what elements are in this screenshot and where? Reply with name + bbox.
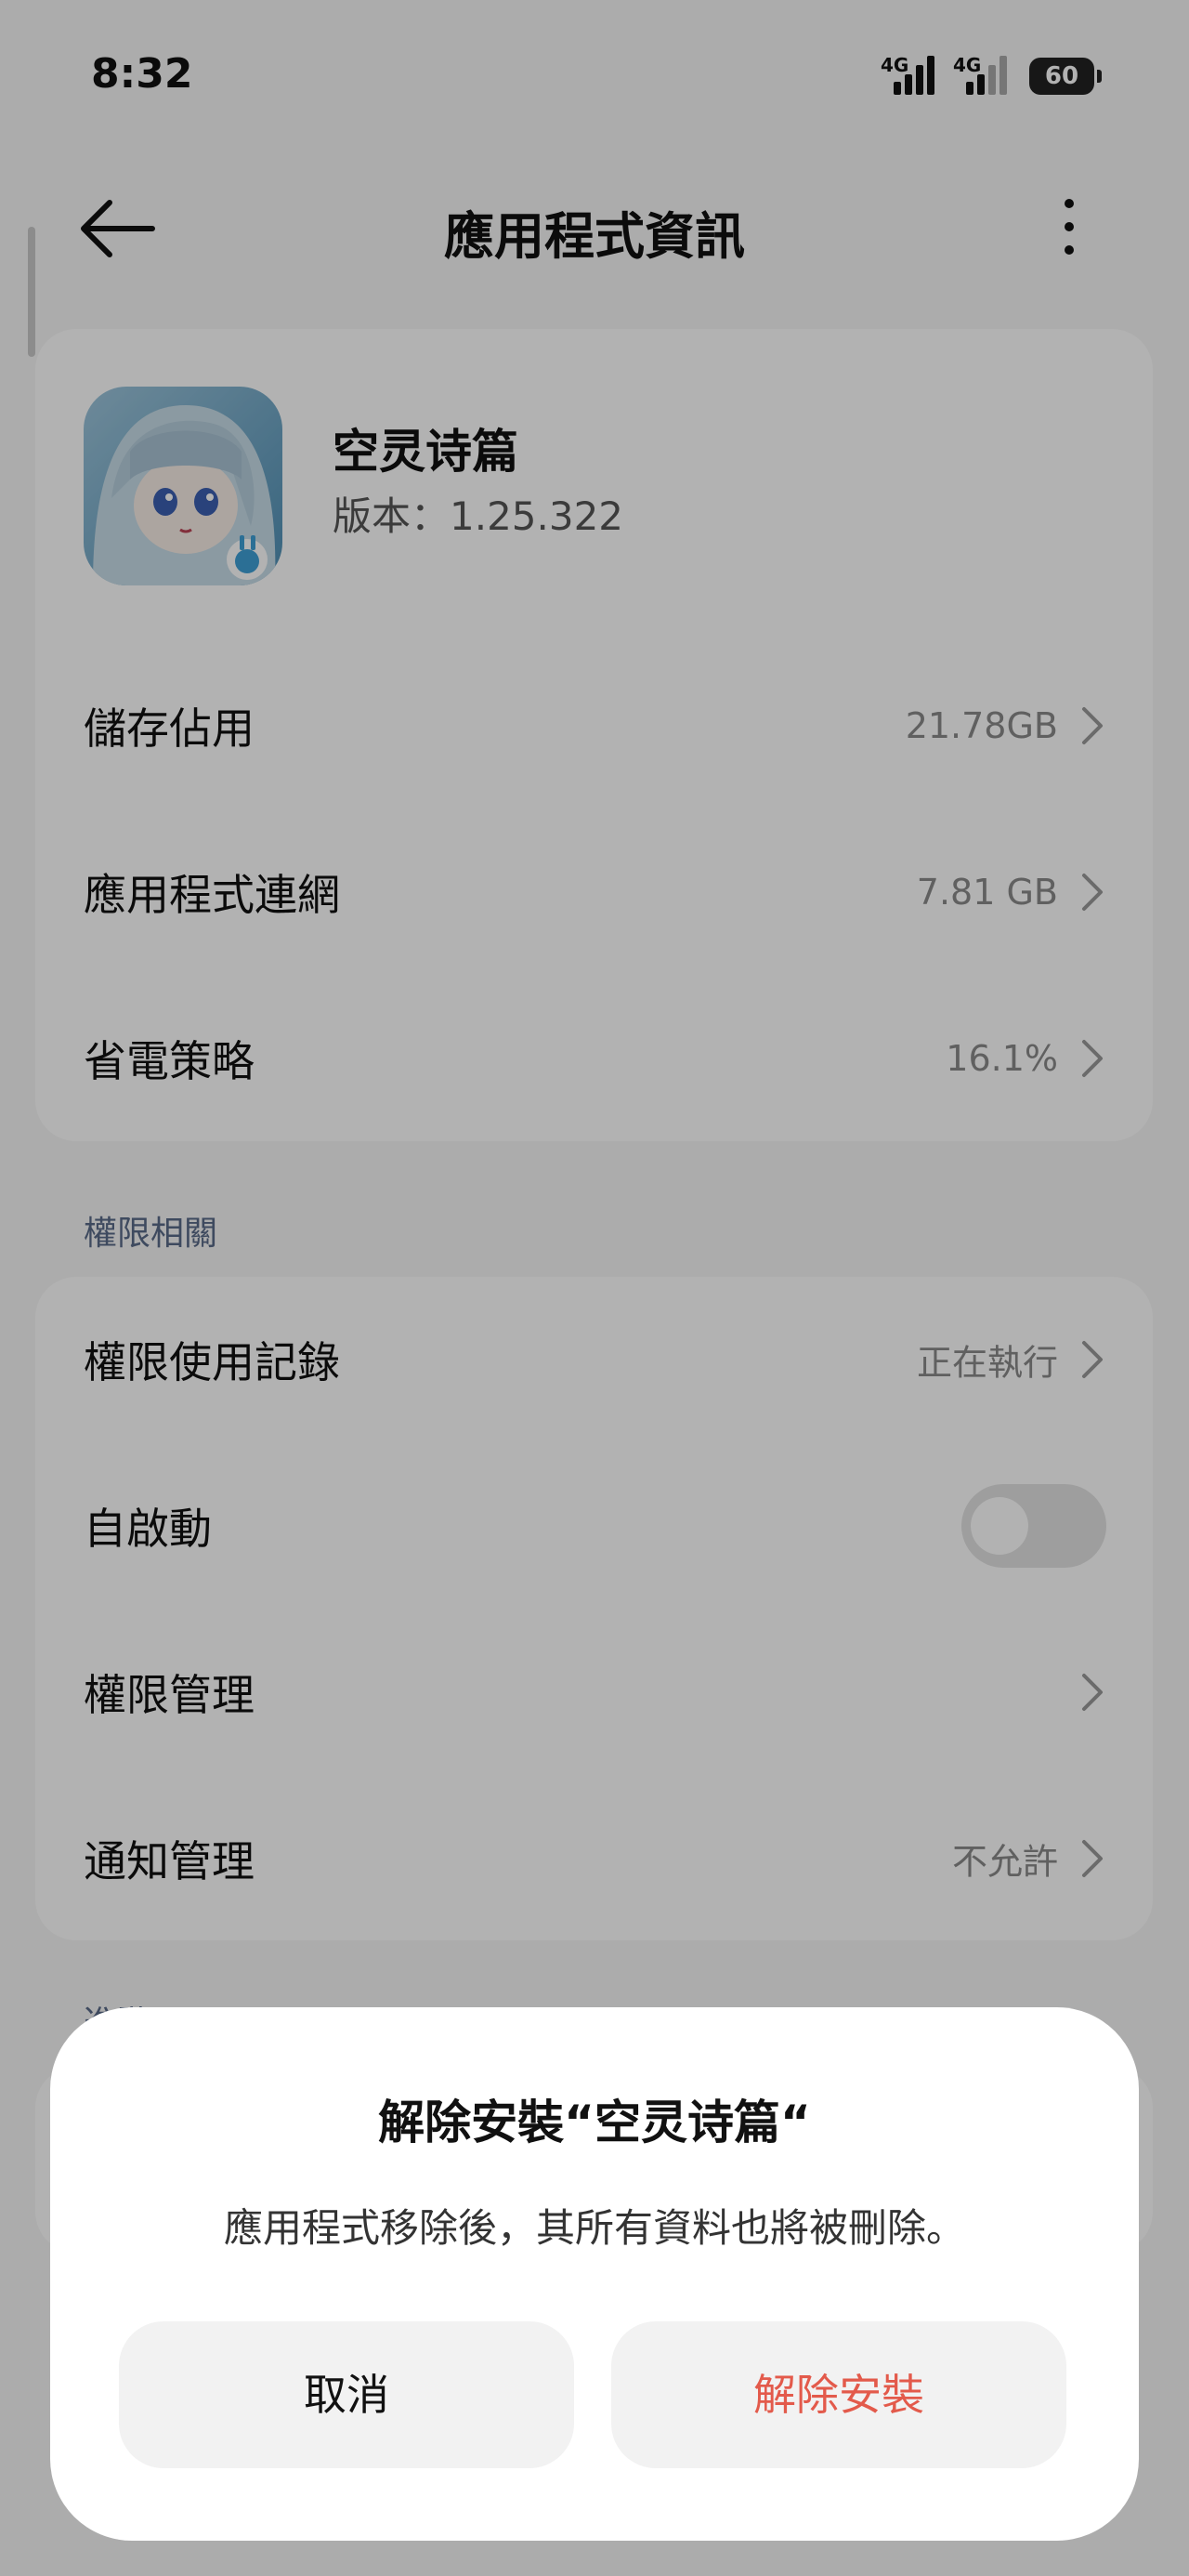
- dialog-message: 應用程式移除後，其所有資料也將被刪除。: [223, 2205, 965, 2251]
- dialog-title: 解除安裝“空灵诗篇“: [378, 2096, 811, 2149]
- cancel-button[interactable]: 取消: [119, 2321, 574, 2468]
- uninstall-dialog: 解除安裝“空灵诗篇“ 應用程式移除後，其所有資料也將被刪除。 取消 解除安裝: [50, 2007, 1139, 2541]
- uninstall-button[interactable]: 解除安裝: [611, 2321, 1066, 2468]
